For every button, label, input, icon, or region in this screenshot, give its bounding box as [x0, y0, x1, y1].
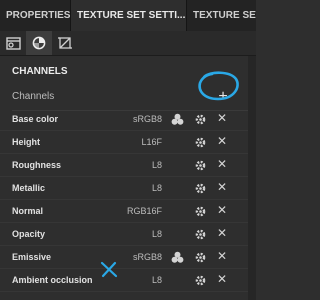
- remove-channel-icon[interactable]: ✕: [217, 134, 227, 148]
- material-button[interactable]: [26, 31, 52, 55]
- tab-texture-set-settings[interactable]: TEXTURE SET SETTI... ✕: [71, 0, 187, 31]
- remove-channel-icon[interactable]: ✕: [217, 111, 227, 125]
- channel-row[interactable]: Metallic L8 ✕: [0, 177, 248, 200]
- gear-icon[interactable]: [194, 159, 207, 172]
- channel-name: Emissive: [12, 252, 52, 262]
- channel-format[interactable]: RGB16F: [127, 206, 162, 216]
- toolbar: [0, 31, 256, 56]
- channel-row[interactable]: Roughness L8 ✕: [0, 154, 248, 177]
- gear-icon[interactable]: [194, 182, 207, 195]
- uv-crop-icon: [58, 37, 72, 49]
- channel-format[interactable]: L8: [152, 229, 162, 239]
- channels-header-label: Channels: [12, 91, 55, 102]
- scrollbar[interactable]: [248, 56, 256, 300]
- tab-label: PROPERTIES -...: [6, 10, 71, 21]
- channels-panel: CHANNELS Channels + Base color sRGB8 ✕ H…: [0, 56, 248, 300]
- channel-format[interactable]: sRGB8: [133, 114, 162, 124]
- tab-label: TEXTURE SET SETTI...: [77, 10, 186, 21]
- gear-icon[interactable]: [194, 251, 207, 264]
- channel-name: Normal: [12, 206, 44, 216]
- section-title: CHANNELS: [12, 66, 68, 77]
- bullets-icon[interactable]: [171, 113, 184, 126]
- channel-row[interactable]: Normal RGB16F ✕: [0, 200, 248, 223]
- tab-texture-set-list[interactable]: TEXTURE SET ...: [187, 0, 256, 31]
- material-icon: [32, 36, 46, 50]
- tab-bar: PROPERTIES -... TEXTURE SET SETTI... ✕ T…: [0, 0, 256, 31]
- channel-row[interactable]: Height L16F ✕: [0, 131, 248, 154]
- remove-channel-icon[interactable]: ✕: [217, 249, 227, 263]
- channel-format[interactable]: L8: [152, 160, 162, 170]
- channel-format[interactable]: L8: [152, 183, 162, 193]
- texture-set-settings-icon: [5, 36, 21, 50]
- channel-row[interactable]: Emissive sRGB8 ✕: [0, 246, 248, 269]
- tab-properties[interactable]: PROPERTIES -...: [0, 0, 71, 31]
- remove-channel-icon[interactable]: ✕: [217, 226, 227, 240]
- channel-format[interactable]: L16F: [141, 137, 162, 147]
- bullets-icon[interactable]: [171, 251, 184, 264]
- channel-name: Ambient occlusion: [12, 275, 93, 285]
- channel-name: Metallic: [12, 183, 46, 193]
- remove-channel-icon[interactable]: ✕: [217, 157, 227, 171]
- remove-channel-icon[interactable]: ✕: [217, 180, 227, 194]
- gear-icon[interactable]: [194, 113, 207, 126]
- tab-label: TEXTURE SET ...: [193, 10, 256, 21]
- uv-crop-button[interactable]: [52, 31, 78, 55]
- remove-channel-icon[interactable]: ✕: [217, 203, 227, 217]
- channel-row[interactable]: Ambient occlusion L8 ✕: [0, 269, 248, 292]
- channel-format[interactable]: L8: [152, 275, 162, 285]
- channel-name: Opacity: [12, 229, 46, 239]
- channel-name: Base color: [12, 114, 59, 124]
- channel-row[interactable]: Base color sRGB8 ✕: [0, 108, 248, 131]
- channel-row[interactable]: Opacity L8 ✕: [0, 223, 248, 246]
- add-channel-button[interactable]: +: [206, 86, 240, 108]
- gear-icon[interactable]: [194, 274, 207, 287]
- gear-icon[interactable]: [194, 136, 207, 149]
- remove-channel-icon[interactable]: ✕: [217, 272, 227, 286]
- gear-icon[interactable]: [194, 228, 207, 241]
- channel-name: Roughness: [12, 160, 62, 170]
- channel-name: Height: [12, 137, 40, 147]
- channel-list: Base color sRGB8 ✕ Height L16F ✕ Roughne…: [0, 108, 248, 292]
- texture-set-settings-button[interactable]: [0, 31, 26, 55]
- gear-icon[interactable]: [194, 205, 207, 218]
- channel-format[interactable]: sRGB8: [133, 252, 162, 262]
